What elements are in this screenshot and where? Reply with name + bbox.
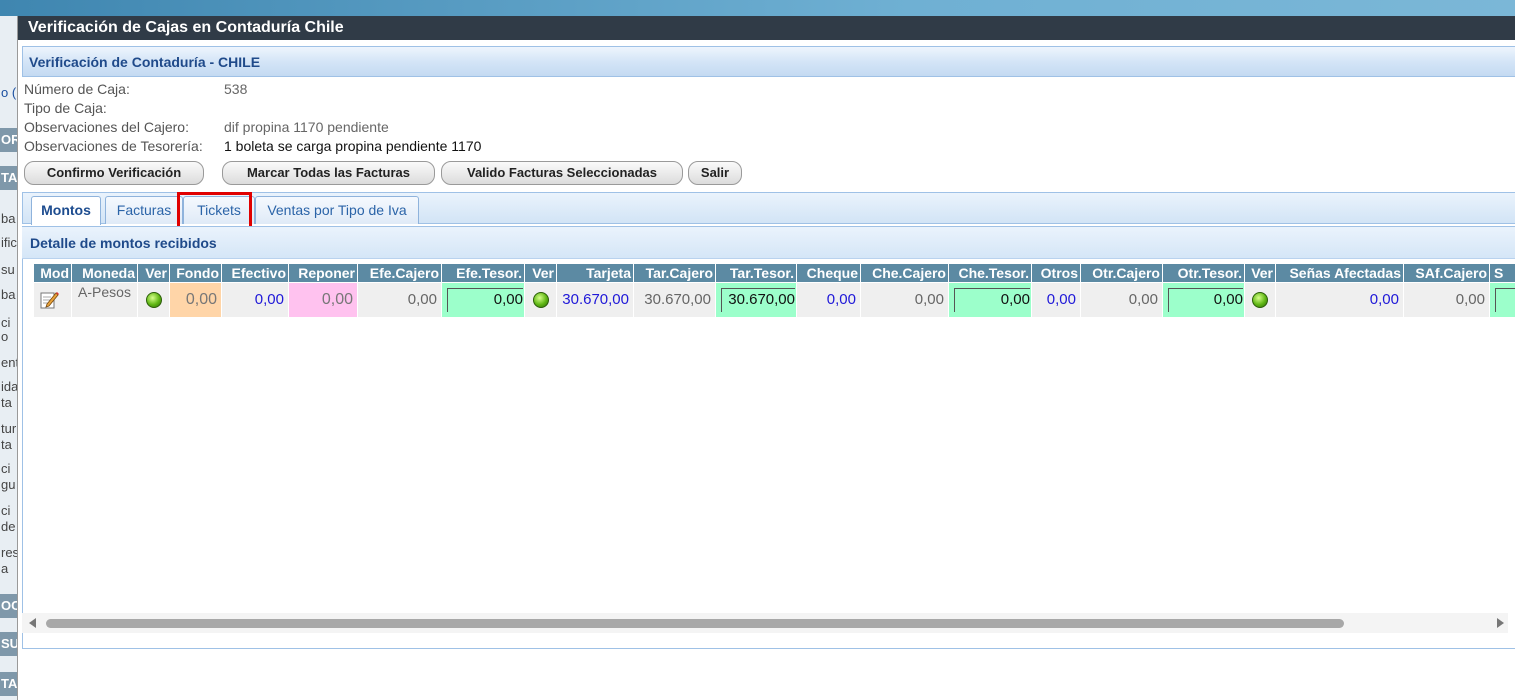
- mark-all-invoices-button[interactable]: Marcar Todas las Facturas: [222, 161, 435, 185]
- grid-header: Efe.Tesor.: [442, 264, 524, 282]
- validate-selected-invoices-button[interactable]: Valido Facturas Seleccionadas: [441, 161, 683, 185]
- che-cajero-cell: 0,00: [861, 283, 948, 317]
- grid-header: Moneda: [72, 264, 137, 282]
- verify-ok-icon[interactable]: [1252, 292, 1268, 308]
- scroll-left-arrow-icon[interactable]: [29, 618, 36, 628]
- grid-header: Señas Afectadas: [1276, 264, 1403, 282]
- grid-header: Cheque: [797, 264, 860, 282]
- verify-ok-icon[interactable]: [145, 292, 162, 308]
- numero-caja-value: 538: [224, 81, 248, 97]
- tab-ventas-iva[interactable]: Ventas por Tipo de Iva: [255, 196, 419, 224]
- horizontal-scrollbar[interactable]: [22, 613, 1508, 633]
- grid-header: Efectivo: [222, 264, 288, 282]
- che-tesor-cell: 0,00: [949, 283, 1031, 317]
- ver-cell: [1245, 283, 1275, 317]
- otr-tesor-input[interactable]: 0,00: [1168, 288, 1243, 312]
- tar-tesor-cell: 30.670,00: [716, 283, 796, 317]
- grid-header: Che.Cajero: [861, 264, 948, 282]
- grid-header: Ver: [525, 264, 556, 282]
- otr-cajero-cell: 0,00: [1081, 283, 1162, 317]
- tab-strip: Montos Facturas Tickets Ventas por Tipo …: [22, 192, 1515, 225]
- saf-cajero-cell: 0,00: [1404, 283, 1489, 317]
- numero-caja-label: Número de Caja:: [24, 81, 130, 97]
- obs-cajero-value: dif propina 1170 pendiente: [224, 119, 389, 135]
- obs-tesoreria-label: Observaciones de Tesorería:: [24, 138, 203, 154]
- efe-tesor-input[interactable]: 0,00: [447, 288, 523, 312]
- grid-header: Otr.Cajero: [1081, 264, 1162, 282]
- panel-title: Verificación de Contaduría - CHILE: [22, 46, 1515, 77]
- grid-header: Tar.Cajero: [634, 264, 715, 282]
- grid-header: Otr.Tesor.: [1163, 264, 1244, 282]
- background-app-header: [0, 0, 1515, 16]
- moneda-cell: A-Pesos: [72, 283, 137, 317]
- otros-cell: 0,00: [1032, 283, 1080, 317]
- dialog-title: Verificación de Cajas en Contaduría Chil…: [18, 16, 1515, 40]
- amounts-grid: Mod Moneda Ver Fondo Efectivo Reponer Ef…: [34, 264, 1515, 334]
- grid-header: Mod: [34, 264, 71, 282]
- saf-tesor-cell: [1490, 283, 1515, 317]
- senas-afectadas-cell: 0,00: [1276, 283, 1403, 317]
- ver-cell: [525, 283, 556, 317]
- tab-montos[interactable]: Montos: [31, 196, 101, 225]
- ver-cell: [138, 283, 169, 317]
- scroll-right-arrow-icon[interactable]: [1497, 618, 1504, 628]
- edit-pencil-icon[interactable]: [39, 290, 59, 310]
- efe-tesor-cell: 0,00: [442, 283, 524, 317]
- grid-header: Tar.Tesor.: [716, 264, 796, 282]
- fondo-cell: 0,00: [170, 283, 221, 317]
- otr-tesor-cell: 0,00: [1163, 283, 1244, 317]
- confirm-verification-button[interactable]: Confirmo Verificación: [24, 161, 204, 185]
- reponer-cell: 0,00: [289, 283, 357, 317]
- verification-dialog: Verificación de Cajas en Contaduría Chil…: [17, 16, 1515, 700]
- grid-header: Fondo: [170, 264, 221, 282]
- tar-cajero-cell: 30.670,00: [634, 283, 715, 317]
- grid-header: S: [1490, 264, 1515, 282]
- grid-header: Che.Tesor.: [949, 264, 1031, 282]
- efe-cajero-cell: 0,00: [358, 283, 441, 317]
- tipo-caja-label: Tipo de Caja:: [24, 100, 107, 116]
- saf-tesor-input[interactable]: [1495, 288, 1515, 312]
- grid-header: SAf.Cajero: [1404, 264, 1489, 282]
- che-tesor-input[interactable]: 0,00: [954, 288, 1030, 312]
- cheque-cell: 0,00: [797, 283, 860, 317]
- verify-ok-icon[interactable]: [532, 292, 549, 308]
- obs-cajero-label: Observaciones del Cajero:: [24, 119, 189, 135]
- detail-title: Detalle de montos recibidos: [22, 226, 1515, 259]
- grid-header: Ver: [138, 264, 169, 282]
- tarjeta-cell: 30.670,00: [557, 283, 633, 317]
- edit-row-cell: [34, 283, 71, 317]
- grid-header: Reponer: [289, 264, 357, 282]
- tar-tesor-input[interactable]: 30.670,00: [721, 288, 795, 312]
- grid-header: Otros: [1032, 264, 1080, 282]
- grid-header: Ver: [1245, 264, 1275, 282]
- obs-tesoreria-value: 1 boleta se carga propina pendiente 1170: [224, 138, 482, 154]
- exit-button[interactable]: Salir: [688, 161, 742, 185]
- grid-header: Tarjeta: [557, 264, 633, 282]
- efectivo-cell: 0,00: [222, 283, 288, 317]
- tab-facturas[interactable]: Facturas: [105, 196, 183, 224]
- tab-tickets[interactable]: Tickets: [183, 196, 255, 224]
- grid-header: Efe.Cajero: [358, 264, 441, 282]
- scrollbar-thumb[interactable]: [46, 619, 1344, 628]
